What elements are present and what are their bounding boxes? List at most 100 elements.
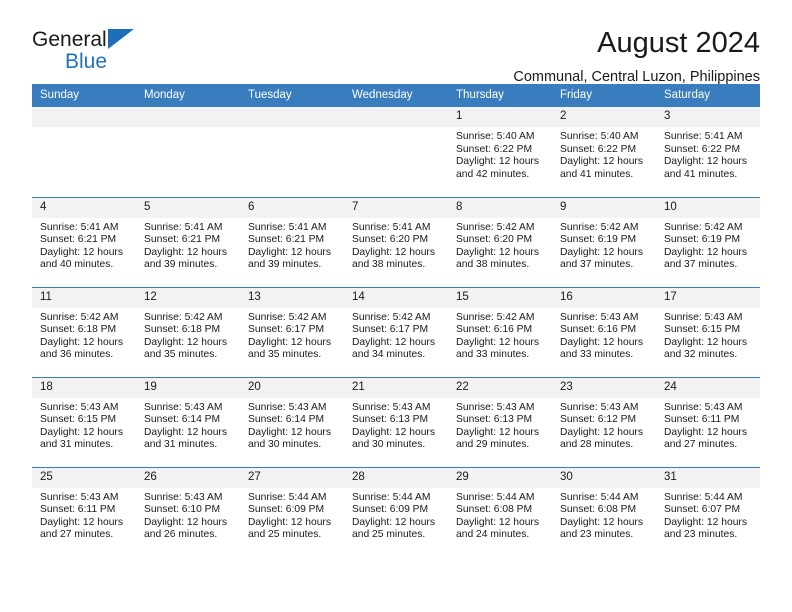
daylight-text-line1: Daylight: 12 hours bbox=[144, 336, 227, 348]
calendar-day-cell[interactable]: 21 Sunrise: 5:43 AM Sunset: 6:13 PM Dayligh… bbox=[344, 376, 448, 467]
daylight-text-line2: and 37 minutes. bbox=[560, 259, 634, 271]
brand-triangle-icon bbox=[108, 29, 134, 49]
calendar-day-cell[interactable]: 30 Sunrise: 5:44 AM Sunset: 6:08 PM Dayligh… bbox=[552, 466, 656, 557]
calendar-day-cell[interactable]: 16 Sunrise: 5:43 AM Sunset: 6:16 PM Dayligh… bbox=[552, 286, 656, 377]
daylight-text-line1: Daylight: 12 hours bbox=[248, 336, 331, 348]
calendar-body: 1 Sunrise: 5:40 AM Sunset: 6:22 PM Daylight… bbox=[32, 107, 760, 557]
sunrise-text: Sunrise: 5:44 AM bbox=[664, 491, 743, 503]
day-number: 22 bbox=[448, 377, 552, 398]
sunrise-text: Sunrise: 5:43 AM bbox=[352, 401, 431, 413]
day-cell-inner: 7 Sunrise: 5:41 AM Sunset: 6:20 PM Daylight… bbox=[344, 197, 448, 287]
daylight-text-line2: and 35 minutes. bbox=[144, 349, 218, 361]
sunset-text: Sunset: 6:17 PM bbox=[352, 324, 429, 336]
calendar-day-cell[interactable]: 13 Sunrise: 5:42 AM Sunset: 6:17 PM Dayligh… bbox=[240, 286, 344, 377]
calendar-day-cell[interactable]: 18 Sunrise: 5:43 AM Sunset: 6:15 PM Dayligh… bbox=[32, 376, 136, 467]
calendar-day-cell[interactable]: 1 Sunrise: 5:40 AM Sunset: 6:22 PM Daylight… bbox=[448, 107, 552, 197]
calendar-day-cell[interactable]: 7 Sunrise: 5:41 AM Sunset: 6:20 PM Daylight… bbox=[344, 196, 448, 287]
daylight-text-line2: and 41 minutes. bbox=[560, 168, 634, 180]
weekday-header-friday: Friday bbox=[552, 84, 656, 107]
calendar-day-cell[interactable]: 11 Sunrise: 5:42 AM Sunset: 6:18 PM Dayligh… bbox=[32, 286, 136, 377]
calendar-day-cell[interactable]: 3 Sunrise: 5:41 AM Sunset: 6:22 PM Daylight… bbox=[656, 107, 760, 197]
day-sun-info: Sunrise: 5:42 AM Sunset: 6:17 PM Daylight:… bbox=[240, 308, 344, 362]
calendar-day-cell[interactable]: 6 Sunrise: 5:41 AM Sunset: 6:21 PM Daylight… bbox=[240, 196, 344, 287]
calendar-week-row: 25 Sunrise: 5:43 AM Sunset: 6:11 PM Dayligh… bbox=[32, 466, 760, 557]
day-sun-info: Sunrise: 5:42 AM Sunset: 6:19 PM Daylight:… bbox=[656, 218, 760, 272]
day-number: 9 bbox=[552, 197, 656, 218]
calendar-day-cell[interactable]: 31 Sunrise: 5:44 AM Sunset: 6:07 PM Dayligh… bbox=[656, 466, 760, 557]
calendar-day-cell[interactable]: 20 Sunrise: 5:43 AM Sunset: 6:14 PM Dayligh… bbox=[240, 376, 344, 467]
calendar-day-cell[interactable]: 10 Sunrise: 5:42 AM Sunset: 6:19 PM Dayligh… bbox=[656, 196, 760, 287]
daylight-text-line1: Daylight: 12 hours bbox=[144, 246, 227, 258]
daylight-text-line2: and 42 minutes. bbox=[456, 168, 530, 180]
day-cell-inner: 15 Sunrise: 5:42 AM Sunset: 6:16 PM Dayligh… bbox=[448, 287, 552, 377]
sunset-text: Sunset: 6:19 PM bbox=[664, 234, 741, 246]
daylight-text-line1: Daylight: 12 hours bbox=[560, 246, 643, 258]
sunset-text: Sunset: 6:22 PM bbox=[560, 143, 637, 155]
calendar-day-cell[interactable]: 22 Sunrise: 5:43 AM Sunset: 6:13 PM Dayligh… bbox=[448, 376, 552, 467]
sunset-text: Sunset: 6:22 PM bbox=[664, 143, 741, 155]
sunset-text: Sunset: 6:12 PM bbox=[560, 414, 637, 426]
calendar-day-cell[interactable]: 2 Sunrise: 5:40 AM Sunset: 6:22 PM Daylight… bbox=[552, 107, 656, 197]
calendar-day-cell[interactable]: 12 Sunrise: 5:42 AM Sunset: 6:18 PM Dayligh… bbox=[136, 286, 240, 377]
day-cell-inner: 4 Sunrise: 5:41 AM Sunset: 6:21 PM Daylight… bbox=[32, 197, 136, 287]
page-header: General Blue August 2024 Communal, Centr… bbox=[32, 0, 760, 85]
sunset-text: Sunset: 6:15 PM bbox=[40, 414, 117, 426]
day-cell-inner: 20 Sunrise: 5:43 AM Sunset: 6:14 PM Dayligh… bbox=[240, 377, 344, 467]
sunset-text: Sunset: 6:16 PM bbox=[560, 324, 637, 336]
calendar-day-cell[interactable]: 9 Sunrise: 5:42 AM Sunset: 6:19 PM Daylight… bbox=[552, 196, 656, 287]
day-sun-info: Sunrise: 5:43 AM Sunset: 6:10 PM Daylight:… bbox=[136, 488, 240, 542]
day-sun-info: Sunrise: 5:43 AM Sunset: 6:15 PM Daylight:… bbox=[32, 398, 136, 452]
daylight-text-line1: Daylight: 12 hours bbox=[664, 336, 747, 348]
sunrise-text: Sunrise: 5:41 AM bbox=[40, 221, 119, 233]
day-sun-info: Sunrise: 5:40 AM Sunset: 6:22 PM Daylight:… bbox=[448, 127, 552, 181]
sunrise-text: Sunrise: 5:44 AM bbox=[456, 491, 535, 503]
sunset-text: Sunset: 6:20 PM bbox=[352, 234, 429, 246]
calendar-day-cell[interactable]: 4 Sunrise: 5:41 AM Sunset: 6:21 PM Daylight… bbox=[32, 196, 136, 287]
day-cell-inner: 24 Sunrise: 5:43 AM Sunset: 6:11 PM Dayligh… bbox=[656, 377, 760, 467]
daylight-text-line1: Daylight: 12 hours bbox=[40, 336, 123, 348]
calendar-day-cell[interactable]: 5 Sunrise: 5:41 AM Sunset: 6:21 PM Daylight… bbox=[136, 196, 240, 287]
day-cell-inner: 22 Sunrise: 5:43 AM Sunset: 6:13 PM Dayligh… bbox=[448, 377, 552, 467]
calendar-day-cell[interactable]: 27 Sunrise: 5:44 AM Sunset: 6:09 PM Dayligh… bbox=[240, 466, 344, 557]
day-number: 28 bbox=[344, 467, 448, 488]
daylight-text-line1: Daylight: 12 hours bbox=[664, 516, 747, 528]
sunrise-text: Sunrise: 5:41 AM bbox=[352, 221, 431, 233]
calendar-table: Sunday Monday Tuesday Wednesday Thursday… bbox=[32, 84, 760, 557]
day-sun-info: Sunrise: 5:43 AM Sunset: 6:11 PM Daylight:… bbox=[32, 488, 136, 542]
calendar-day-cell[interactable]: 8 Sunrise: 5:42 AM Sunset: 6:20 PM Daylight… bbox=[448, 196, 552, 287]
day-cell-inner bbox=[240, 107, 344, 196]
brand-logo: General Blue bbox=[32, 26, 212, 73]
day-cell-inner: 6 Sunrise: 5:41 AM Sunset: 6:21 PM Daylight… bbox=[240, 197, 344, 287]
calendar-day-cell[interactable]: 24 Sunrise: 5:43 AM Sunset: 6:11 PM Dayligh… bbox=[656, 376, 760, 467]
calendar-week-row: 11 Sunrise: 5:42 AM Sunset: 6:18 PM Dayligh… bbox=[32, 286, 760, 377]
calendar-day-cell-empty bbox=[32, 107, 136, 197]
calendar-day-cell[interactable]: 28 Sunrise: 5:44 AM Sunset: 6:09 PM Dayligh… bbox=[344, 466, 448, 557]
daylight-text-line1: Daylight: 12 hours bbox=[40, 246, 123, 258]
day-sun-info: Sunrise: 5:43 AM Sunset: 6:15 PM Daylight:… bbox=[656, 308, 760, 362]
sunset-text: Sunset: 6:22 PM bbox=[456, 143, 533, 155]
calendar-day-cell[interactable]: 26 Sunrise: 5:43 AM Sunset: 6:10 PM Dayligh… bbox=[136, 466, 240, 557]
calendar-day-cell[interactable]: 19 Sunrise: 5:43 AM Sunset: 6:14 PM Dayligh… bbox=[136, 376, 240, 467]
calendar-day-cell[interactable]: 25 Sunrise: 5:43 AM Sunset: 6:11 PM Dayligh… bbox=[32, 466, 136, 557]
day-number bbox=[136, 107, 240, 127]
calendar-day-cell[interactable]: 29 Sunrise: 5:44 AM Sunset: 6:08 PM Dayligh… bbox=[448, 466, 552, 557]
calendar-week-row: 4 Sunrise: 5:41 AM Sunset: 6:21 PM Daylight… bbox=[32, 196, 760, 287]
daylight-text-line2: and 35 minutes. bbox=[248, 349, 322, 361]
sunrise-text: Sunrise: 5:43 AM bbox=[560, 311, 639, 323]
calendar-week-row: 18 Sunrise: 5:43 AM Sunset: 6:15 PM Dayligh… bbox=[32, 376, 760, 467]
day-sun-info: Sunrise: 5:43 AM Sunset: 6:11 PM Daylight:… bbox=[656, 398, 760, 452]
calendar-day-cell[interactable]: 17 Sunrise: 5:43 AM Sunset: 6:15 PM Dayligh… bbox=[656, 286, 760, 377]
day-number: 18 bbox=[32, 377, 136, 398]
day-cell-inner: 8 Sunrise: 5:42 AM Sunset: 6:20 PM Daylight… bbox=[448, 197, 552, 287]
sunset-text: Sunset: 6:13 PM bbox=[456, 414, 533, 426]
calendar-day-cell[interactable]: 23 Sunrise: 5:43 AM Sunset: 6:12 PM Dayligh… bbox=[552, 376, 656, 467]
weekday-header-monday: Monday bbox=[136, 84, 240, 107]
sunrise-text: Sunrise: 5:42 AM bbox=[40, 311, 119, 323]
day-sun-info: Sunrise: 5:43 AM Sunset: 6:13 PM Daylight:… bbox=[344, 398, 448, 452]
day-cell-inner: 2 Sunrise: 5:40 AM Sunset: 6:22 PM Daylight… bbox=[552, 107, 656, 196]
weekday-header-sunday: Sunday bbox=[32, 84, 136, 107]
calendar-day-cell[interactable]: 14 Sunrise: 5:42 AM Sunset: 6:17 PM Dayligh… bbox=[344, 286, 448, 377]
day-number bbox=[344, 107, 448, 127]
sunrise-text: Sunrise: 5:43 AM bbox=[664, 311, 743, 323]
calendar-day-cell[interactable]: 15 Sunrise: 5:42 AM Sunset: 6:16 PM Dayligh… bbox=[448, 286, 552, 377]
